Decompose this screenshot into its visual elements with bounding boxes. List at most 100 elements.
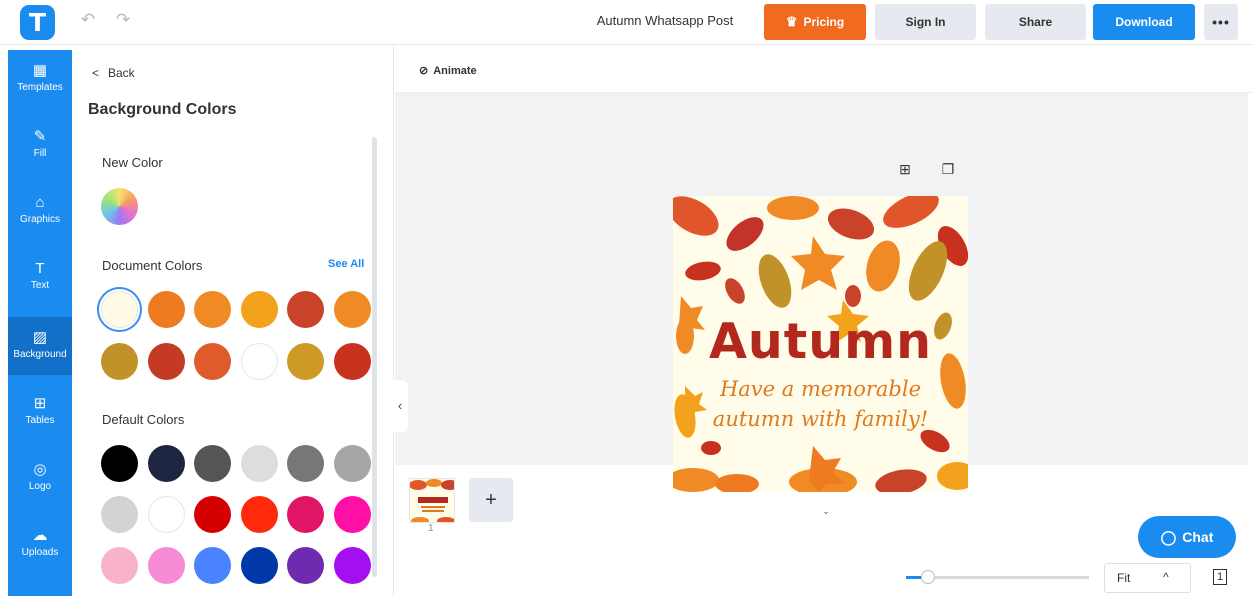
sidebar-item-label: Templates bbox=[17, 82, 63, 93]
zoom-value: Fit bbox=[1117, 571, 1131, 585]
default-color-swatch[interactable] bbox=[287, 496, 324, 533]
default-color-swatch[interactable] bbox=[333, 496, 371, 533]
sidebar-item-fill[interactable]: ✎ Fill bbox=[8, 116, 72, 174]
undo-icon[interactable]: ↶ bbox=[78, 10, 98, 30]
default-color-swatch[interactable] bbox=[101, 445, 138, 482]
design-subline-1[interactable]: Have a memorable bbox=[673, 377, 968, 401]
sidebar-item-logo[interactable]: ◎ Logo bbox=[8, 449, 72, 507]
page-count-value: 1 bbox=[1213, 569, 1227, 585]
default-color-swatch[interactable] bbox=[147, 547, 185, 584]
document-color-swatch[interactable] bbox=[333, 343, 371, 380]
design-canvas[interactable]: Autumn Have a memorable autumn with fami… bbox=[673, 196, 968, 492]
animate-icon: ⊘ bbox=[419, 65, 429, 77]
document-color-swatch[interactable] bbox=[333, 291, 371, 328]
default-color-swatch[interactable] bbox=[287, 547, 324, 584]
app-logo[interactable]: T bbox=[20, 5, 55, 40]
see-all-link[interactable]: See All bbox=[328, 258, 364, 270]
collapse-panel-button[interactable]: ‹ bbox=[392, 380, 408, 432]
crown-icon: ♛ bbox=[785, 14, 798, 29]
collapse-pages-button[interactable]: ⌄ bbox=[797, 504, 855, 518]
sidebar-item-background[interactable]: ▨ Background bbox=[8, 317, 72, 375]
chevron-left-icon: < bbox=[92, 66, 100, 80]
zoom-slider-handle[interactable] bbox=[920, 570, 935, 584]
chat-bubble-icon: ◯ bbox=[1160, 529, 1177, 545]
default-color-swatch[interactable] bbox=[147, 496, 185, 533]
sidebar-item-label: Fill bbox=[33, 148, 47, 159]
sign-in-button[interactable]: Sign In bbox=[875, 4, 976, 40]
color-picker-button[interactable] bbox=[101, 188, 138, 225]
default-color-swatch[interactable] bbox=[101, 547, 138, 584]
sidebar-item-label: Uploads bbox=[21, 547, 59, 558]
add-page-icon[interactable]: ⊞ bbox=[897, 161, 913, 177]
chat-button[interactable]: ◯ Chat bbox=[1138, 516, 1236, 558]
default-color-swatch[interactable] bbox=[147, 445, 185, 482]
sidebar-item-label: Background bbox=[13, 349, 67, 360]
document-color-swatch[interactable] bbox=[147, 291, 185, 328]
sidebar-item-uploads[interactable]: ☁ Uploads bbox=[8, 515, 72, 573]
more-options-button[interactable]: ••• bbox=[1204, 4, 1238, 40]
background-colors-panel: < Back Background Colors New Color Docume… bbox=[72, 45, 394, 596]
document-colors-label: Document Colors bbox=[102, 258, 203, 273]
page-count-icon[interactable]: 1 bbox=[1211, 567, 1229, 587]
back-button[interactable]: < Back bbox=[92, 66, 135, 80]
top-bar: T ↶ ↷ Autumn Whatsapp Post ♛ Pricing Sign… bbox=[0, 0, 1253, 45]
default-color-swatch[interactable] bbox=[333, 547, 371, 584]
document-color-swatch[interactable] bbox=[101, 291, 138, 328]
animate-button[interactable]: ⊘ Animate bbox=[419, 64, 477, 77]
default-color-swatch[interactable] bbox=[287, 445, 324, 482]
back-label: Back bbox=[108, 66, 135, 80]
default-color-swatch[interactable] bbox=[240, 496, 278, 533]
document-color-swatch[interactable] bbox=[101, 343, 138, 380]
sidebar-item-templates[interactable]: ▦ Templates bbox=[8, 50, 72, 108]
panel-scrollbar[interactable] bbox=[372, 137, 377, 577]
default-color-swatch[interactable] bbox=[101, 496, 138, 533]
design-headline[interactable]: Autumn bbox=[673, 313, 968, 370]
add-page-button[interactable]: + bbox=[469, 478, 513, 522]
redo-icon[interactable]: ↷ bbox=[113, 10, 133, 30]
pricing-button[interactable]: ♛ Pricing bbox=[764, 4, 866, 40]
cloud-upload-icon: ☁ bbox=[32, 527, 48, 544]
panel-title: Background Colors bbox=[88, 101, 237, 118]
default-color-swatch[interactable] bbox=[240, 547, 278, 584]
pricing-label: Pricing bbox=[803, 15, 845, 29]
sidebar-item-label: Logo bbox=[28, 481, 52, 492]
page-number: 1 bbox=[428, 523, 434, 534]
sidebar-item-graphics[interactable]: ⌂ Graphics bbox=[8, 182, 72, 240]
animate-toolbar: ⊘ Animate bbox=[395, 45, 1253, 93]
zoom-slider[interactable] bbox=[906, 570, 1089, 584]
sidebar-item-tables[interactable]: ⊞ Tables bbox=[8, 383, 72, 441]
design-subline-2[interactable]: autumn with family! bbox=[673, 407, 968, 431]
sidebar-item-label: Tables bbox=[25, 415, 55, 426]
document-color-swatch[interactable] bbox=[194, 291, 231, 328]
background-icon: ▨ bbox=[32, 329, 48, 346]
default-color-swatch[interactable] bbox=[333, 445, 371, 482]
sidebar-item-text[interactable]: T Text bbox=[8, 248, 72, 306]
shapes-icon: ⌂ bbox=[35, 194, 45, 211]
canvas-area: ⊘ Animate ‹ ⊞ ❐ Autumn Have a memorable … bbox=[392, 45, 1253, 596]
new-color-label: New Color bbox=[102, 155, 163, 170]
default-color-swatch[interactable] bbox=[194, 547, 231, 584]
chat-label: Chat bbox=[1182, 529, 1214, 545]
duplicate-page-icon[interactable]: ❐ bbox=[940, 161, 956, 177]
document-color-swatch[interactable] bbox=[240, 291, 278, 328]
default-color-swatch[interactable] bbox=[240, 445, 278, 482]
default-colors-label: Default Colors bbox=[102, 412, 185, 427]
default-color-swatch[interactable] bbox=[194, 445, 231, 482]
download-button[interactable]: Download bbox=[1093, 4, 1195, 40]
left-nav: ▦ Templates ✎ Fill ⌂ Graphics T Text ▨ Backgr… bbox=[8, 50, 72, 596]
document-title[interactable]: Autumn Whatsapp Post bbox=[585, 13, 745, 28]
page-thumbnail[interactable] bbox=[409, 478, 455, 523]
table-icon: ⊞ bbox=[33, 395, 47, 412]
zoom-select[interactable]: Fit ^ bbox=[1104, 563, 1191, 593]
default-color-swatch[interactable] bbox=[194, 496, 231, 533]
share-button[interactable]: Share bbox=[985, 4, 1086, 40]
document-color-swatch[interactable] bbox=[147, 343, 185, 380]
document-color-swatch[interactable] bbox=[240, 343, 278, 380]
sidebar-item-label: Text bbox=[30, 280, 50, 291]
document-color-swatch[interactable] bbox=[287, 291, 324, 328]
document-color-swatch[interactable] bbox=[287, 343, 324, 380]
animate-label: Animate bbox=[433, 65, 477, 77]
design-stage: ‹ ⊞ ❐ Autumn Have a memorable autumn wit… bbox=[392, 93, 1248, 518]
document-color-swatch[interactable] bbox=[194, 343, 231, 380]
text-icon: T bbox=[35, 260, 45, 277]
